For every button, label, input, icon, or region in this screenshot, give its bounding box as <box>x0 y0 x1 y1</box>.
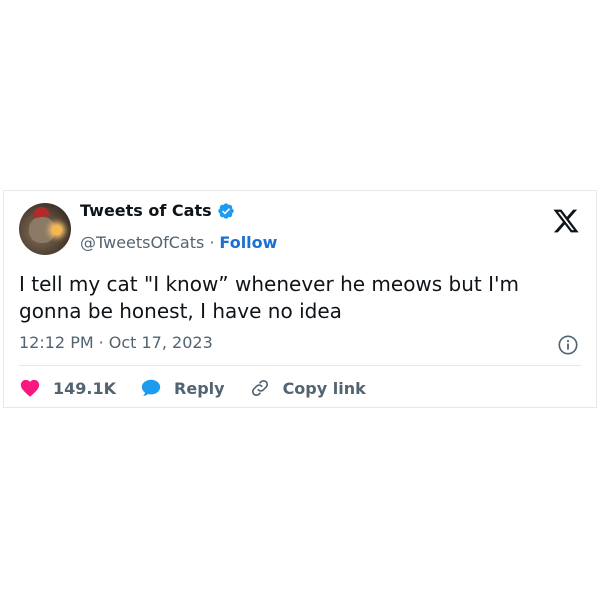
tweet-card: Tweets of Cats @TweetsOfCats · Follow I … <box>3 190 597 408</box>
info-icon[interactable] <box>557 334 579 356</box>
handle-separator: · <box>209 233 215 252</box>
reply-bubble-icon <box>141 379 161 396</box>
reply-button[interactable]: Reply <box>140 377 225 399</box>
tweet-time: 12:12 PM <box>19 333 94 352</box>
tweet-date: Oct 17, 2023 <box>108 333 213 352</box>
candle-light <box>52 225 62 235</box>
avatar[interactable] <box>19 203 71 255</box>
tweet-timestamp[interactable]: 12:12 PM · Oct 17, 2023 <box>19 333 213 352</box>
author-name-row: Tweets of Cats <box>80 201 235 220</box>
author-handle-row: @TweetsOfCats · Follow <box>80 233 277 252</box>
verified-badge-icon <box>217 202 234 219</box>
copy-link-label: Copy link <box>282 378 366 398</box>
follow-button[interactable]: Follow <box>219 233 277 252</box>
tweet-text: I tell my cat "I know” whenever he meows… <box>19 272 520 323</box>
like-button[interactable]: 149.1K <box>19 377 116 399</box>
reply-label: Reply <box>174 378 225 398</box>
copy-link-button[interactable]: Copy link <box>249 377 366 399</box>
date-separator: · <box>98 333 104 352</box>
author-display-name[interactable]: Tweets of Cats <box>80 201 212 220</box>
divider <box>19 365 581 366</box>
heart-icon <box>20 379 40 397</box>
author-handle[interactable]: @TweetsOfCats <box>80 233 204 252</box>
cat-hat <box>32 205 50 219</box>
link-icon <box>251 379 268 397</box>
x-logo-icon[interactable] <box>552 207 580 235</box>
action-bar: 149.1K Reply Copy link <box>19 377 390 399</box>
like-count: 149.1K <box>53 378 117 398</box>
